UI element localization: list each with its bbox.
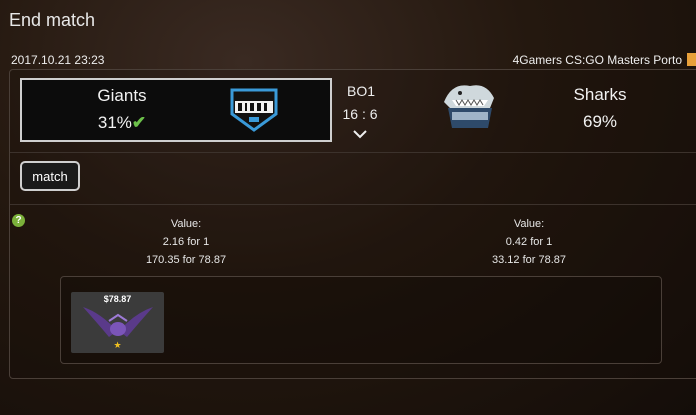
team-left-box[interactable]: Giants 31%✔ [20,78,332,142]
left-value-amounts: 170.35 for 78.87 [145,254,227,266]
match-date: 2017.10.21 23:23 [11,53,105,67]
right-value-label: Value: [513,218,545,230]
knife-item-icon [83,307,153,337]
bet-items-box: $78.87 ★ [60,276,662,364]
left-value-ratio: 2.16 for 1 [162,236,210,248]
left-value-label: Value: [170,218,202,230]
star-icon: ★ [113,340,122,350]
match-format: BO1 [346,83,375,99]
match-button[interactable]: match [20,161,80,191]
chevron-down-icon[interactable] [352,128,368,140]
event-name[interactable]: 4Gamers CS:GO Masters Porto [513,53,682,67]
match-panel: Giants 31%✔ BO1 16 : 6 Sharks 69% ? matc… [9,69,696,379]
event-flag-icon [687,53,696,66]
help-icon[interactable]: ? [12,214,25,227]
team-right-percent: 69% [582,112,618,131]
match-score: 16 : 6 [342,106,378,122]
item-card[interactable]: $78.87 ★ [71,292,164,353]
divider [10,152,696,153]
team-right-name: Sharks [573,85,627,104]
right-value-ratio: 0.42 for 1 [505,236,553,248]
check-icon: ✔ [131,113,147,132]
right-value-amounts: 33.12 for 78.87 [491,254,566,266]
divider [10,204,696,205]
team-left-name: Giants [97,86,147,105]
page-title: End match [9,10,96,30]
giants-logo-icon [230,88,278,132]
team-left-percent: 31%✔ [97,113,147,132]
sharks-logo-icon [444,85,494,128]
